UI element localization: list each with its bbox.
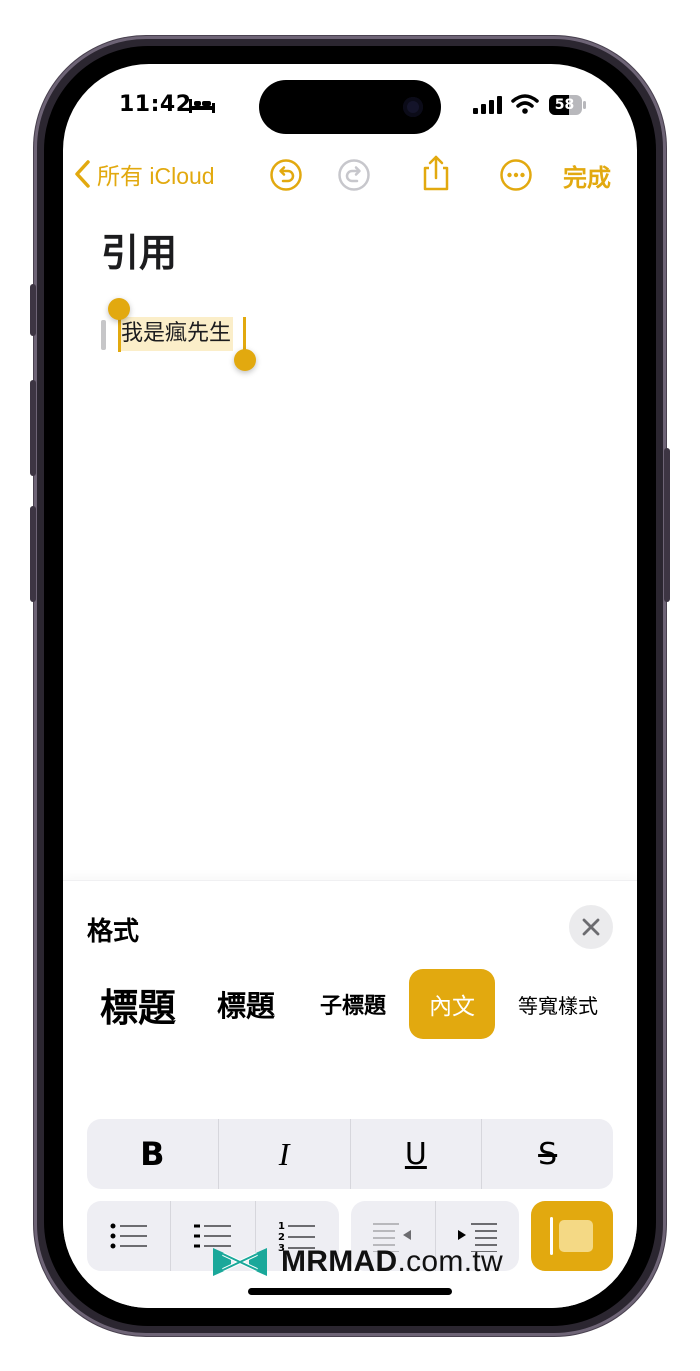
close-icon <box>582 918 600 936</box>
close-format-button[interactable] <box>569 905 613 949</box>
style-monospaced-option[interactable]: 等寬樣式 <box>513 969 603 1039</box>
style-title-option[interactable]: 標題 <box>93 969 183 1039</box>
battery-icon: 58 <box>549 95 587 115</box>
volume-down-button <box>30 506 36 602</box>
underline-label: U <box>404 1136 427 1172</box>
dynamic-island <box>259 80 441 134</box>
watermark-brand: MRMAD <box>281 1245 398 1278</box>
camera-icon <box>403 97 423 117</box>
bold-button[interactable]: B <box>87 1119 219 1189</box>
format-panel-title: 格式 <box>87 917 140 947</box>
done-button[interactable]: 完成 <box>563 158 611 193</box>
watermark: MRMAD .com.tw <box>209 1240 503 1284</box>
paragraph-style-picker: 標題 標題 子標題 內文 等寬樣式 <box>63 969 637 1049</box>
bulleted-list-button[interactable] <box>87 1201 172 1271</box>
text-style-group: B I U S <box>87 1119 613 1189</box>
back-button-label: 所有 iCloud <box>97 163 215 189</box>
italic-button[interactable]: I <box>219 1119 351 1189</box>
selected-text[interactable]: 我是瘋先生 <box>119 317 234 351</box>
chevron-left-icon <box>75 160 90 188</box>
redo-icon[interactable] <box>337 158 371 192</box>
bold-label: B <box>140 1135 165 1173</box>
mrmad-logo-icon <box>213 1248 267 1276</box>
status-time: 11:42 <box>119 92 192 117</box>
style-body-option[interactable]: 內文 <box>409 969 495 1039</box>
strikethrough-label: S <box>538 1136 558 1172</box>
block-quote-icon <box>550 1217 593 1255</box>
undo-icon[interactable] <box>269 158 303 192</box>
block-quote-button[interactable] <box>531 1201 613 1271</box>
bulleted-list-icon <box>110 1223 147 1249</box>
volume-up-button <box>30 380 36 476</box>
note-title[interactable]: 引用 <box>101 222 177 277</box>
selection-end-handle[interactable] <box>234 349 256 371</box>
signal-icon <box>473 96 502 114</box>
strikethrough-button[interactable]: S <box>482 1119 613 1189</box>
screen: 11:42 58 所有 iCloud 完成 引用 我是瘋先生 格式 標題 標題 … <box>63 64 637 1308</box>
wifi-icon <box>511 94 539 114</box>
selection-start-handle[interactable] <box>108 298 130 320</box>
home-indicator[interactable] <box>248 1288 452 1295</box>
style-heading-option[interactable]: 標題 <box>211 969 281 1039</box>
action-button <box>30 284 36 336</box>
more-icon[interactable] <box>499 158 533 192</box>
block-quote-bar <box>101 320 106 350</box>
style-subheading-option[interactable]: 子標題 <box>313 969 393 1039</box>
back-button[interactable]: 所有 iCloud <box>73 156 215 192</box>
underline-button[interactable]: U <box>351 1119 483 1189</box>
numbered-list-digit-1: 1 <box>278 1221 285 1232</box>
power-button <box>664 448 670 602</box>
watermark-domain: .com.tw <box>397 1245 503 1278</box>
italic-label: I <box>278 1135 290 1172</box>
bed-icon <box>189 99 215 113</box>
battery-level: 58 <box>554 97 575 113</box>
share-icon[interactable] <box>419 154 453 192</box>
